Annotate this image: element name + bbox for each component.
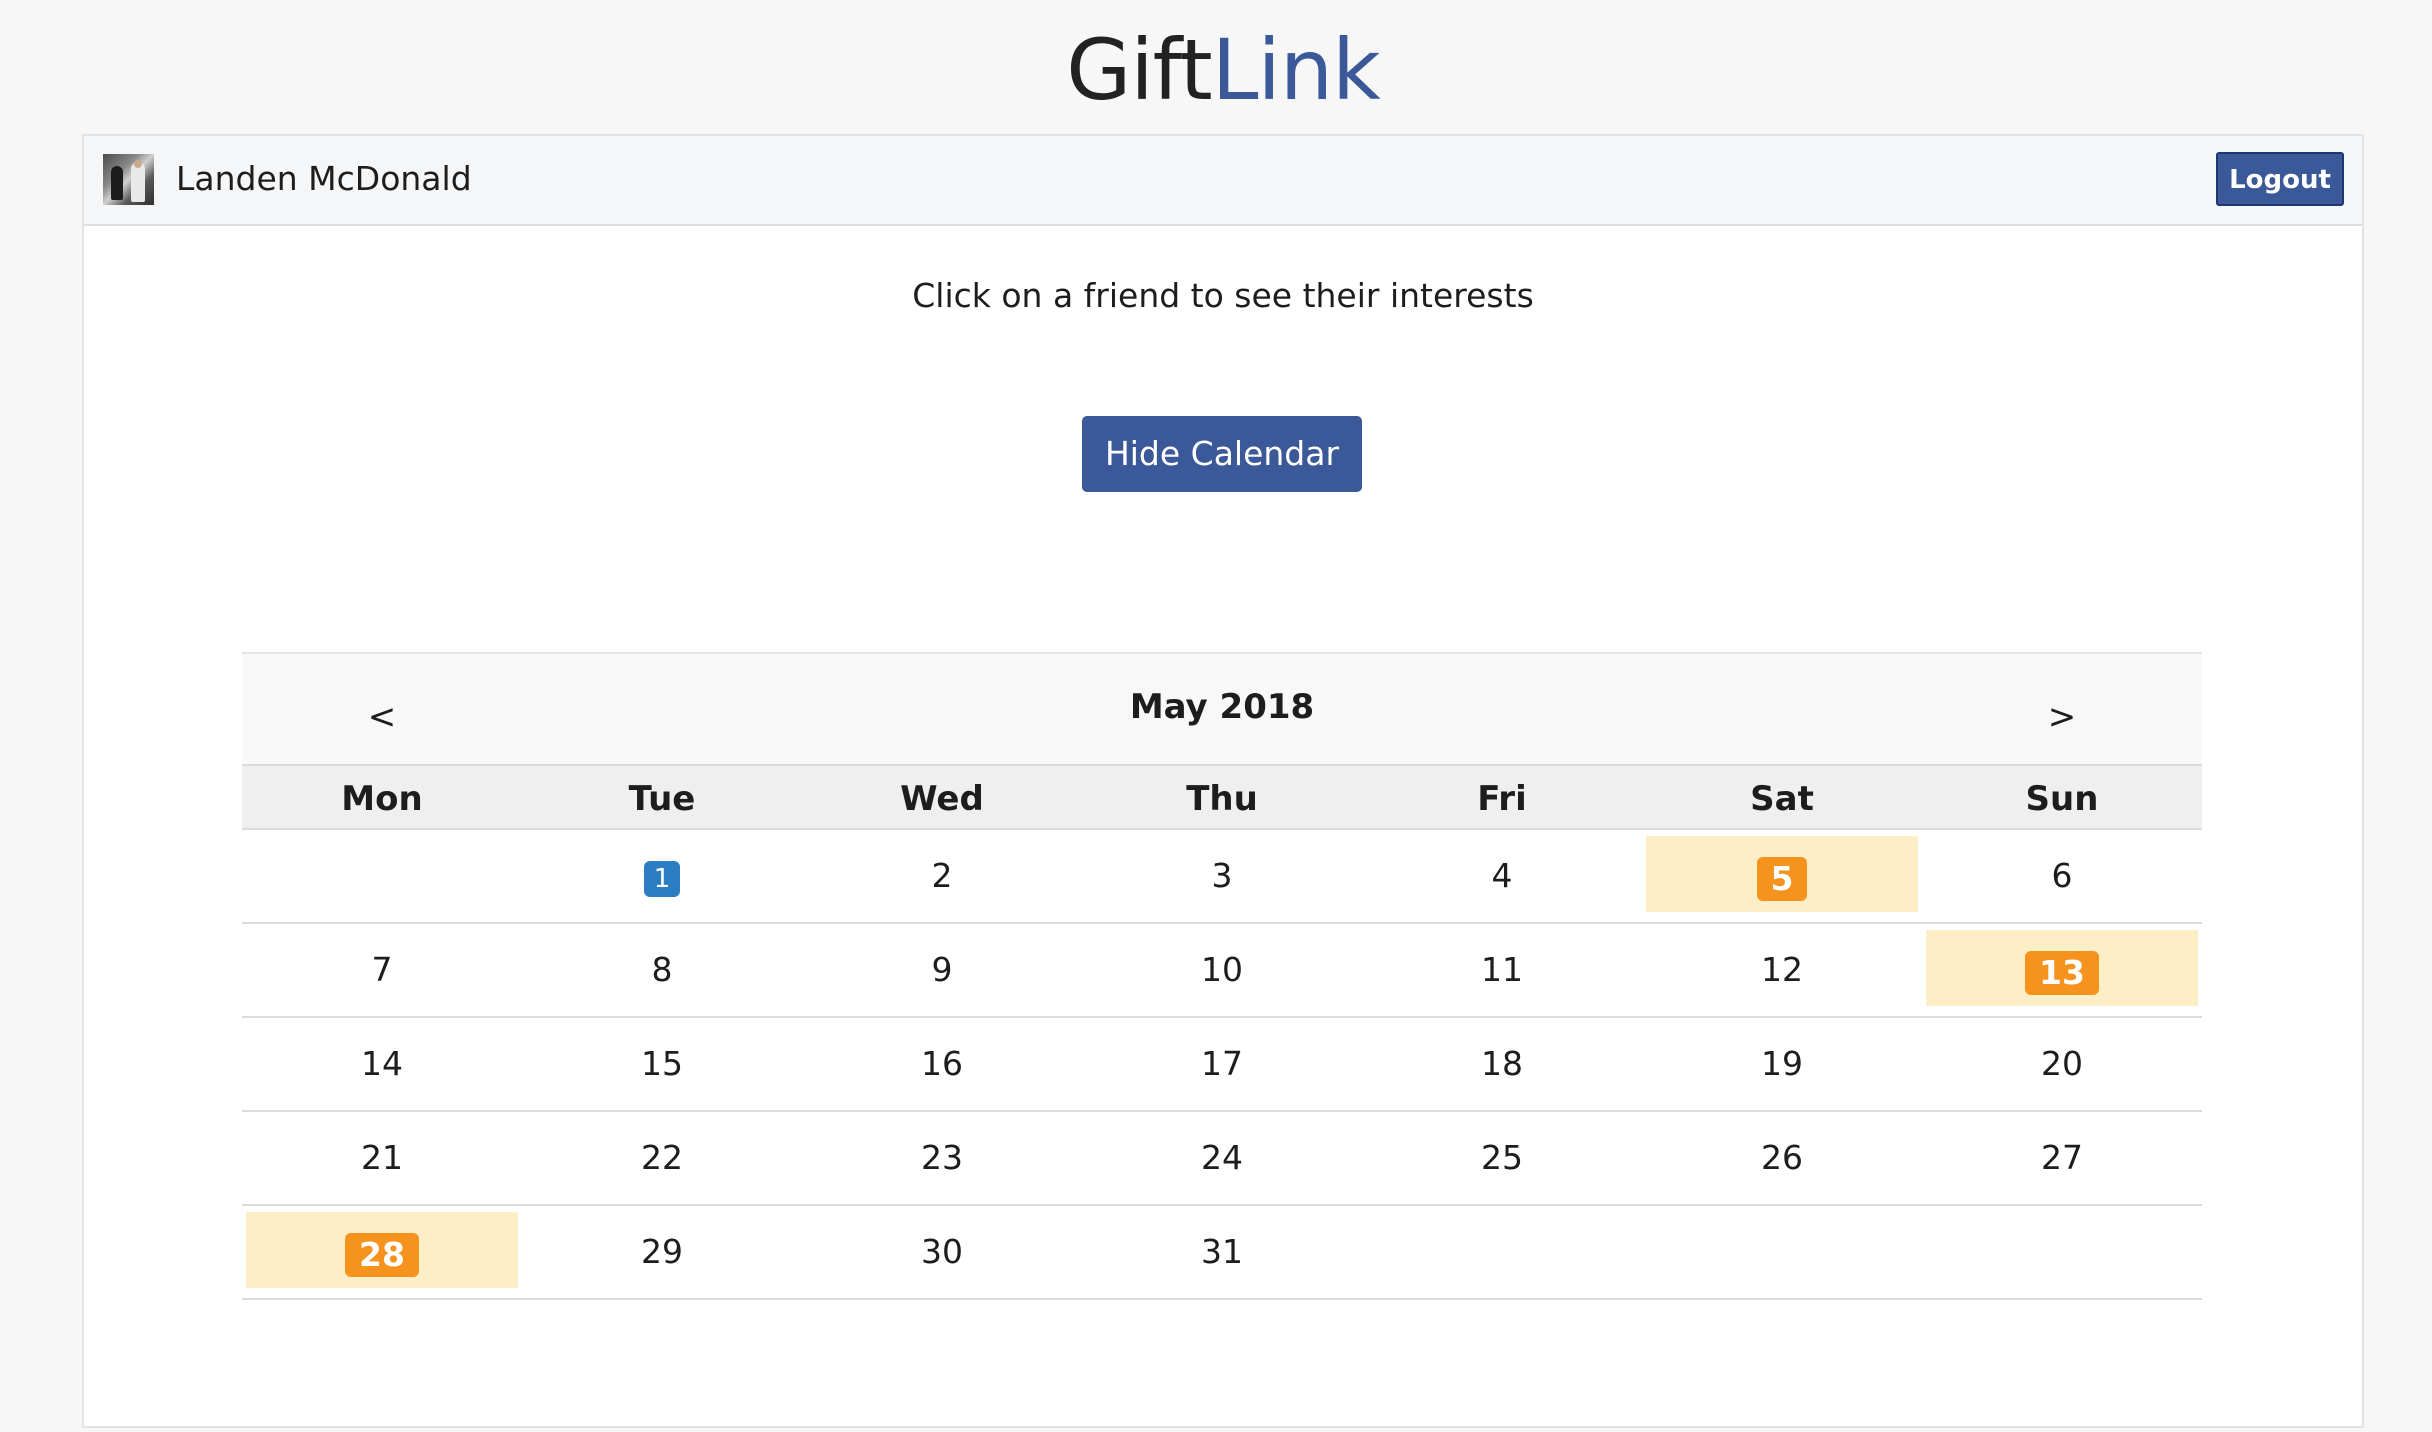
event-day-badge: 13 xyxy=(2025,950,2099,995)
calendar-day-19[interactable]: 19 xyxy=(1642,1018,1922,1110)
calendar-day-4[interactable]: 4 xyxy=(1362,830,1642,922)
day-number: 17 xyxy=(1201,1044,1243,1083)
day-number: 24 xyxy=(1201,1138,1243,1177)
day-number: 2 xyxy=(931,856,953,895)
avatar-figure-left xyxy=(111,166,123,200)
calendar-day-29[interactable]: 29 xyxy=(522,1206,802,1298)
calendar-week-row: 1 2 3 4 5 6 xyxy=(242,830,2202,924)
weekday-mon: Mon xyxy=(341,779,423,819)
calendar-day-15[interactable]: 15 xyxy=(522,1018,802,1110)
day-number: 10 xyxy=(1201,950,1243,989)
calendar-day-empty xyxy=(1362,1206,1642,1298)
calendar-day-6[interactable]: 6 xyxy=(1922,830,2202,922)
calendar-day-27[interactable]: 27 xyxy=(1922,1112,2202,1204)
day-number: 26 xyxy=(1761,1138,1803,1177)
calendar-day-5[interactable]: 5 xyxy=(1642,830,1922,922)
day-number: 19 xyxy=(1761,1044,1803,1083)
calendar-day-26[interactable]: 26 xyxy=(1642,1112,1922,1204)
calendar-day-28[interactable]: 28 xyxy=(242,1206,522,1298)
calendar-day-21[interactable]: 21 xyxy=(242,1112,522,1204)
day-number: 30 xyxy=(921,1232,963,1271)
calendar-day-empty xyxy=(1642,1206,1922,1298)
user-header: Landen McDonald Logout xyxy=(84,136,2362,226)
avatar-figure-head xyxy=(134,160,142,168)
calendar-day-2[interactable]: 2 xyxy=(802,830,1082,922)
calendar-day-9[interactable]: 9 xyxy=(802,924,1082,1016)
calendar-day-empty xyxy=(1922,1206,2202,1298)
weekday-wed: Wed xyxy=(900,779,984,819)
day-number: 27 xyxy=(2041,1138,2083,1177)
day-number: 11 xyxy=(1481,950,1523,989)
weekday-sat: Sat xyxy=(1750,779,1814,819)
today-badge: 1 xyxy=(643,860,681,897)
day-number: 31 xyxy=(1201,1232,1243,1271)
calendar-day-12[interactable]: 12 xyxy=(1642,924,1922,1016)
day-number: 8 xyxy=(651,950,673,989)
calendar-day-25[interactable]: 25 xyxy=(1362,1112,1642,1204)
user-name: Landen McDonald xyxy=(176,159,472,198)
calendar-day-22[interactable]: 22 xyxy=(522,1112,802,1204)
day-number: 23 xyxy=(921,1138,963,1177)
prev-month-button[interactable]: < xyxy=(352,692,412,742)
weekday-fri: Fri xyxy=(1477,779,1527,819)
day-number: 22 xyxy=(641,1138,683,1177)
instructions-text: Click on a friend to see their interests xyxy=(912,276,1534,315)
calendar-day-1[interactable]: 1 xyxy=(522,830,802,922)
weekday-thu: Thu xyxy=(1186,779,1258,819)
hide-calendar-button[interactable]: Hide Calendar xyxy=(1082,416,1362,492)
calendar-week-row: 28 29 30 31 xyxy=(242,1206,2202,1300)
calendar-day-18[interactable]: 18 xyxy=(1362,1018,1642,1110)
calendar-day-7[interactable]: 7 xyxy=(242,924,522,1016)
day-number: 15 xyxy=(641,1044,683,1083)
calendar-day-16[interactable]: 16 xyxy=(802,1018,1082,1110)
calendar-week-row: 7 8 9 10 11 12 13 xyxy=(242,924,2202,1018)
calendar-day-24[interactable]: 24 xyxy=(1082,1112,1362,1204)
day-number: 29 xyxy=(641,1232,683,1271)
calendar-day-31[interactable]: 31 xyxy=(1082,1206,1362,1298)
weekday-sun: Sun xyxy=(2025,779,2099,819)
weekday-header: Mon Tue Wed Thu Fri Sat Sun xyxy=(242,764,2202,830)
day-number: 7 xyxy=(371,950,393,989)
app-logo-link: Link xyxy=(1211,21,1381,119)
day-number: 6 xyxy=(2051,856,2073,895)
day-number: 12 xyxy=(1761,950,1803,989)
calendar-day-20[interactable]: 20 xyxy=(1922,1018,2202,1110)
calendar-day-14[interactable]: 14 xyxy=(242,1018,522,1110)
day-number: 18 xyxy=(1481,1044,1523,1083)
calendar-day-17[interactable]: 17 xyxy=(1082,1018,1362,1110)
logout-button[interactable]: Logout xyxy=(2216,152,2344,206)
calendar-week-row: 21 22 23 24 25 26 27 xyxy=(242,1112,2202,1206)
day-number: 16 xyxy=(921,1044,963,1083)
app-logo-gift: Gift xyxy=(1066,21,1212,119)
calendar-day-13[interactable]: 13 xyxy=(1922,924,2202,1016)
calendar-day-11[interactable]: 11 xyxy=(1362,924,1642,1016)
day-number: 9 xyxy=(931,950,953,989)
weekday-tue: Tue xyxy=(628,779,696,819)
calendar-nav: May 2018 < > xyxy=(242,652,2202,766)
day-number: 21 xyxy=(361,1138,403,1177)
day-number: 20 xyxy=(2041,1044,2083,1083)
calendar-day-3[interactable]: 3 xyxy=(1082,830,1362,922)
calendar-day-empty xyxy=(242,830,522,922)
avatar-figure-right xyxy=(131,160,145,202)
calendar-week-row: 14 15 16 17 18 19 20 xyxy=(242,1018,2202,1112)
calendar-day-30[interactable]: 30 xyxy=(802,1206,1082,1298)
day-number: 25 xyxy=(1481,1138,1523,1177)
calendar-day-8[interactable]: 8 xyxy=(522,924,802,1016)
day-number: 4 xyxy=(1491,856,1513,895)
calendar-day-10[interactable]: 10 xyxy=(1082,924,1362,1016)
day-number: 3 xyxy=(1211,856,1233,895)
avatar xyxy=(103,154,154,205)
calendar-month-title: May 2018 xyxy=(1129,687,1315,727)
event-day-badge: 5 xyxy=(1756,856,1808,901)
calendar-day-23[interactable]: 23 xyxy=(802,1112,1082,1204)
app-logo: GiftLink xyxy=(0,28,2432,112)
next-month-button[interactable]: > xyxy=(2032,692,2092,742)
event-day-badge: 28 xyxy=(345,1232,419,1277)
day-number: 14 xyxy=(361,1044,403,1083)
